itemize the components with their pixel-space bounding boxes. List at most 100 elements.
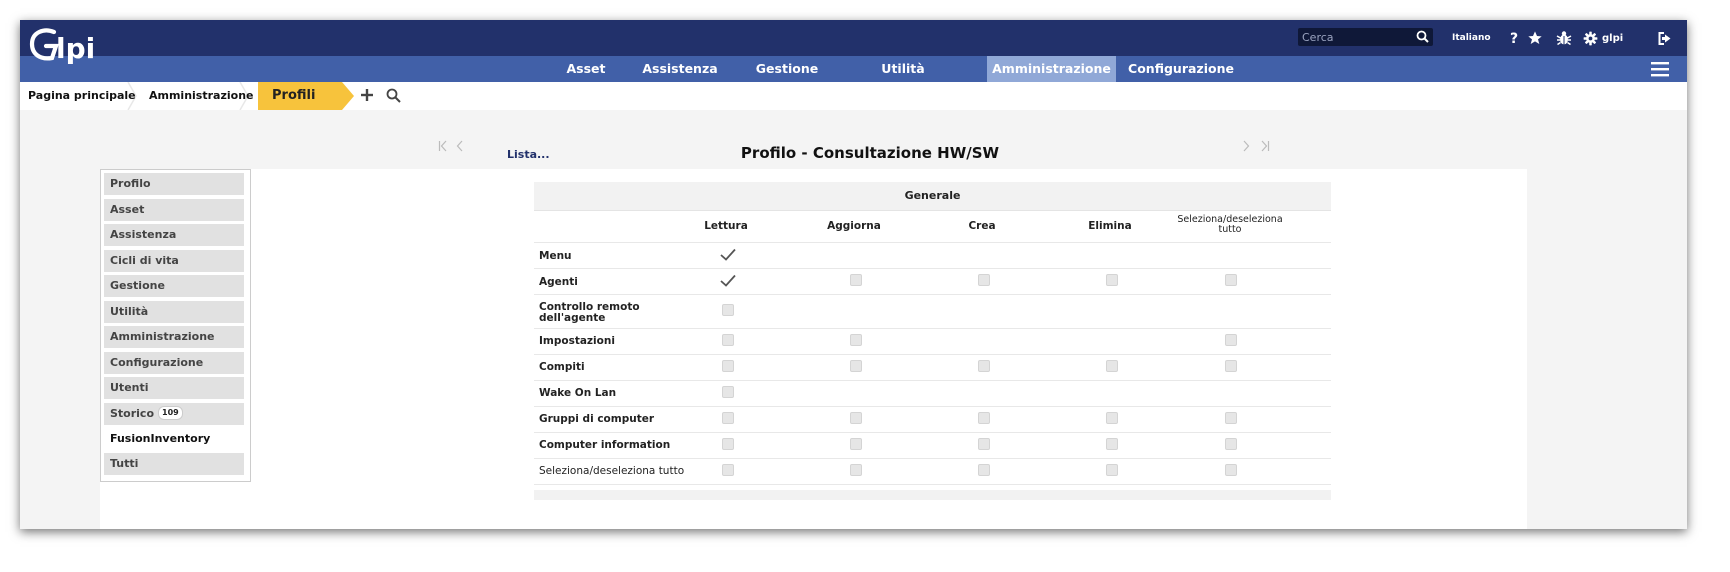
storico-count-badge: 109 [158, 406, 183, 420]
nav-configurazione[interactable]: Configurazione [1116, 56, 1246, 82]
checkbox[interactable] [722, 304, 734, 316]
username-label: glpi [1602, 32, 1624, 44]
checkbox[interactable] [1225, 464, 1237, 476]
prev-page-icon[interactable] [456, 140, 464, 155]
checkbox[interactable] [978, 412, 990, 424]
nav-gestione[interactable]: Gestione [742, 56, 832, 82]
row-label: Computer information [539, 439, 671, 451]
checkbox[interactable] [1106, 274, 1118, 286]
table-row: Controllo remoto dell'agente [534, 294, 1331, 329]
nav-utilita[interactable]: Utilità [858, 56, 948, 82]
last-page-icon[interactable] [1260, 140, 1270, 155]
tab-utilita[interactable]: Utilità [104, 300, 244, 323]
breadcrumb: Pagina principale Amministrazione Profil… [20, 82, 1687, 110]
main-nav: Asset Assistenza Gestione Utilità Ammini… [20, 56, 1687, 82]
search-list-icon[interactable] [386, 88, 401, 106]
star-icon[interactable] [1527, 20, 1543, 56]
checkbox[interactable] [978, 360, 990, 372]
checkbox[interactable] [850, 360, 862, 372]
app-window: Italiano ? glpi Asset Assistenza Gestion… [20, 20, 1687, 529]
row-label: Impostazioni [539, 335, 615, 347]
row-label: Seleziona/deseleziona tutto [539, 465, 685, 477]
top-header: Italiano ? glpi [20, 20, 1687, 56]
tab-configurazione[interactable]: Configurazione [104, 351, 244, 374]
checkbox[interactable] [850, 464, 862, 476]
table-row: Wake On Lan [534, 380, 1331, 407]
tab-tutti[interactable]: Tutti [104, 453, 244, 475]
tab-storico[interactable]: Storico 109 [104, 403, 244, 425]
list-link[interactable]: Lista... [507, 148, 550, 161]
profile-tabs: Profilo Asset Assistenza Cicli di vita G… [100, 169, 251, 482]
checkbox[interactable] [722, 412, 734, 424]
table-row: Impostazioni [534, 328, 1331, 355]
row-label: Wake On Lan [539, 387, 617, 399]
checkbox[interactable] [1106, 412, 1118, 424]
row-label: Gruppi di computer [539, 413, 655, 425]
check-icon [720, 274, 736, 290]
checkbox[interactable] [722, 438, 734, 450]
tab-gestione[interactable]: Gestione [104, 275, 244, 297]
row-label: Compiti [539, 361, 585, 373]
checkbox[interactable] [1106, 438, 1118, 450]
logout-icon[interactable] [1657, 20, 1673, 56]
checkbox[interactable] [722, 464, 734, 476]
checkbox[interactable] [978, 464, 990, 476]
table-row: Agenti [534, 268, 1331, 295]
search-icon[interactable] [1416, 30, 1429, 46]
checkbox[interactable] [722, 360, 734, 372]
bug-icon[interactable] [1556, 20, 1572, 56]
nav-asset[interactable]: Asset [546, 56, 626, 82]
checkbox[interactable] [850, 334, 862, 346]
search-box[interactable] [1298, 28, 1433, 46]
tab-profilo[interactable]: Profilo [104, 173, 244, 195]
nav-amministrazione[interactable]: Amministrazione [987, 56, 1116, 82]
language-selector[interactable]: Italiano [1452, 20, 1491, 56]
tab-cicli-di-vita[interactable]: Cicli di vita [104, 249, 244, 272]
checkbox[interactable] [1225, 274, 1237, 286]
checkbox[interactable] [978, 438, 990, 450]
tab-asset[interactable]: Asset [104, 198, 244, 221]
row-label: Agenti [539, 276, 578, 288]
column-header-row [534, 211, 1331, 243]
check-icon [720, 248, 736, 264]
glpi-logo[interactable]: lpi [26, 22, 116, 76]
breadcrumb-current[interactable]: Profili [258, 82, 342, 110]
table-row: Computer information [534, 432, 1331, 459]
row-label: Controllo remoto dell'agente [539, 301, 640, 324]
first-page-icon[interactable] [438, 140, 448, 155]
checkbox[interactable] [1106, 360, 1118, 372]
checkbox[interactable] [722, 386, 734, 398]
checkbox[interactable] [722, 334, 734, 346]
search-input[interactable] [1298, 28, 1416, 46]
tab-storico-label: Storico [110, 407, 155, 420]
checkbox[interactable] [850, 412, 862, 424]
tab-fusioninventory[interactable]: FusionInventory [104, 428, 244, 450]
tab-amministrazione[interactable]: Amministrazione [104, 326, 244, 348]
tab-assistenza[interactable]: Assistenza [104, 224, 244, 246]
table-row: Menu [534, 242, 1331, 269]
checkbox[interactable] [850, 274, 862, 286]
tab-utenti[interactable]: Utenti [104, 377, 244, 399]
checkbox[interactable] [1225, 334, 1237, 346]
nav-assistenza[interactable]: Assistenza [630, 56, 730, 82]
hamburger-menu-icon[interactable] [1651, 61, 1669, 80]
add-icon[interactable] [360, 88, 374, 105]
checkbox[interactable] [850, 438, 862, 450]
page-title: Profilo - Consultazione HW/SW [740, 144, 1000, 162]
table-row: Gruppi di computer [534, 406, 1331, 433]
checkbox[interactable] [1106, 464, 1118, 476]
checkbox[interactable] [1225, 360, 1237, 372]
breadcrumb-home[interactable]: Pagina principale [28, 82, 136, 110]
gear-icon [1583, 31, 1598, 46]
breadcrumb-amministrazione[interactable]: Amministrazione [149, 82, 253, 110]
table-footer [534, 490, 1331, 500]
checkbox[interactable] [1225, 412, 1237, 424]
table-row: Compiti [534, 354, 1331, 381]
next-page-icon[interactable] [1242, 140, 1250, 155]
checkbox[interactable] [1225, 438, 1237, 450]
rights-table: Generale Lettura Aggiorna Crea Elimina S… [534, 182, 1331, 500]
question-icon[interactable]: ? [1508, 20, 1520, 56]
table-row: Seleziona/deseleziona tutto [534, 458, 1331, 485]
checkbox[interactable] [978, 274, 990, 286]
user-menu[interactable]: glpi [1583, 20, 1623, 56]
